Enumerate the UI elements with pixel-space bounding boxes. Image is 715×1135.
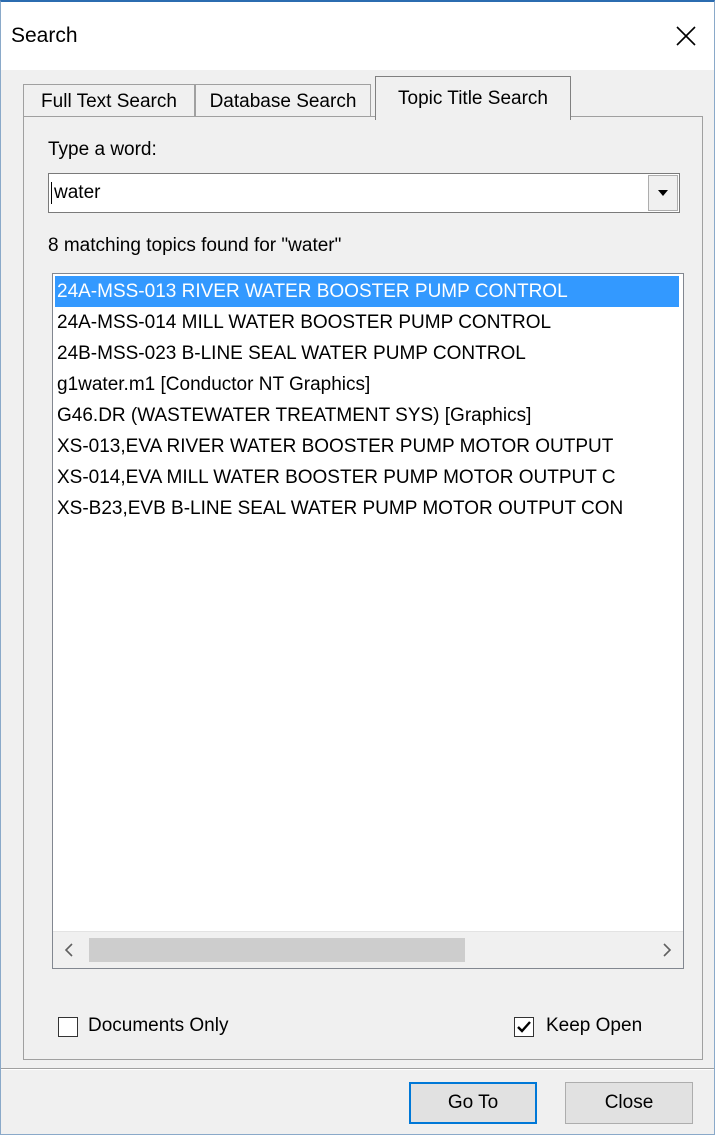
- horizontal-scrollbar[interactable]: [53, 931, 683, 968]
- keep-open-checkbox[interactable]: [514, 1017, 534, 1037]
- keep-open-label[interactable]: Keep Open: [546, 1015, 642, 1037]
- scroll-left-button[interactable]: [53, 932, 85, 968]
- list-item[interactable]: 24A-MSS-013 RIVER WATER BOOSTER PUMP CON…: [55, 276, 679, 307]
- tab-full-text-search[interactable]: Full Text Search: [23, 84, 195, 118]
- title-bar[interactable]: Search: [1, 2, 714, 70]
- documents-only-checkbox[interactable]: [58, 1017, 78, 1037]
- tab-database-search[interactable]: Database Search: [195, 84, 371, 118]
- go-to-button-label: Go To: [447, 1092, 499, 1113]
- go-to-button[interactable]: Go To: [409, 1082, 537, 1124]
- tab-label: Full Text Search: [41, 90, 177, 112]
- list-item[interactable]: 24B-MSS-023 B-LINE SEAL WATER PUMP CONTR…: [55, 338, 679, 369]
- tab-label: Topic Title Search: [398, 87, 548, 109]
- tab-topic-title-search[interactable]: Topic Title Search: [375, 76, 571, 120]
- footer-divider: [1, 1068, 714, 1070]
- chevron-down-icon: [658, 190, 668, 196]
- documents-only-label[interactable]: Documents Only: [88, 1015, 228, 1037]
- dropdown-arrow-button[interactable]: [648, 175, 678, 211]
- search-dialog: Search Full Text Search Database Search …: [0, 0, 715, 1135]
- topic-title-search-panel: Type a word: water 8 matching topics fou…: [23, 116, 703, 1060]
- window-title: Search: [11, 24, 78, 47]
- type-word-label: Type a word:: [48, 139, 157, 160]
- close-button[interactable]: Close: [565, 1082, 693, 1124]
- list-item[interactable]: G46.DR (WASTEWATER TREATMENT SYS) [Graph…: [55, 400, 679, 431]
- list-item[interactable]: XS-013,EVA RIVER WATER BOOSTER PUMP MOTO…: [55, 431, 679, 462]
- search-word-combobox[interactable]: water: [48, 173, 680, 213]
- chevron-right-icon: [663, 943, 672, 957]
- chevron-left-icon: [64, 943, 73, 957]
- list-item[interactable]: g1water.m1 [Conductor NT Graphics]: [55, 369, 679, 400]
- results-listbox[interactable]: 24A-MSS-013 RIVER WATER BOOSTER PUMP CON…: [52, 273, 684, 969]
- search-word-value[interactable]: water: [51, 182, 100, 204]
- result-summary: 8 matching topics found for "water": [48, 235, 342, 256]
- list-item[interactable]: XS-014,EVA MILL WATER BOOSTER PUMP MOTOR…: [55, 462, 679, 493]
- scrollbar-thumb[interactable]: [89, 938, 465, 962]
- tab-label: Database Search: [209, 90, 357, 112]
- checkmark-icon: [517, 1021, 531, 1033]
- list-item[interactable]: XS-B23,EVB B-LINE SEAL WATER PUMP MOTOR …: [55, 493, 679, 524]
- scroll-right-button[interactable]: [651, 932, 683, 968]
- list-item[interactable]: 24A-MSS-014 MILL WATER BOOSTER PUMP CONT…: [55, 307, 679, 338]
- close-button-label: Close: [604, 1092, 654, 1113]
- close-icon[interactable]: [666, 18, 706, 54]
